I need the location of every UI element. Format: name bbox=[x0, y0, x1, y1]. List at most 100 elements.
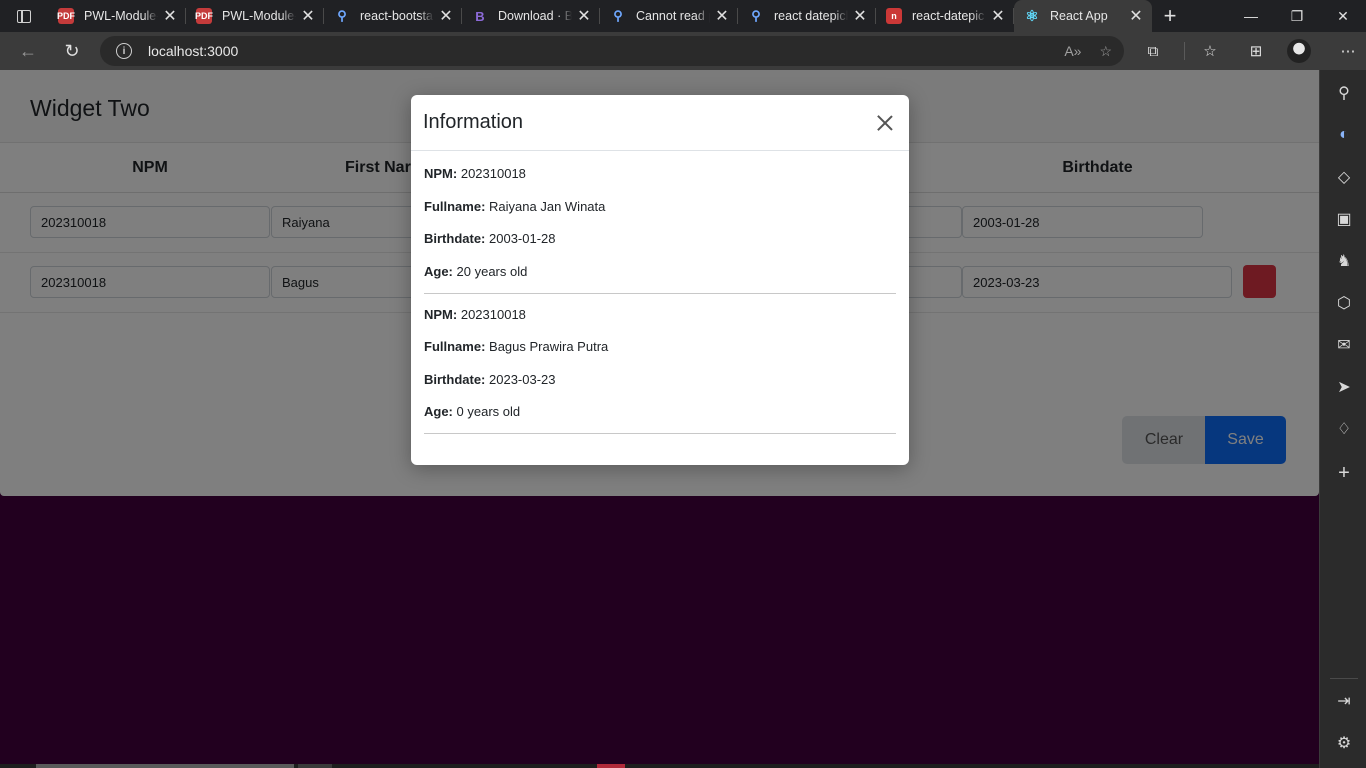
collections-icon[interactable]: ⊞ bbox=[1241, 32, 1271, 70]
microsoft-365-icon[interactable]: ⬡ bbox=[1334, 293, 1354, 313]
pdf-icon: PDF bbox=[195, 8, 213, 24]
favorites-icon[interactable]: ☆ bbox=[1195, 32, 1225, 70]
tab-title: PWL-Module- bbox=[222, 9, 296, 23]
tab-title: Download · B bbox=[498, 9, 572, 23]
tools-icon[interactable]: ▣ bbox=[1334, 209, 1354, 229]
close-tab-icon[interactable]: ✕ bbox=[576, 6, 592, 26]
hide-sidebar-icon[interactable]: ⇥ bbox=[1334, 691, 1354, 711]
npm-value: 202310018 bbox=[460, 306, 526, 322]
tab-actions-button[interactable] bbox=[0, 0, 48, 32]
close-icon[interactable] bbox=[875, 113, 895, 133]
close-tab-icon[interactable]: ✕ bbox=[162, 6, 178, 26]
react-icon: ⚛ bbox=[1025, 8, 1039, 25]
tab-title: react datepick bbox=[774, 9, 848, 23]
browser-tab[interactable]: PDF PWL-Module- ✕ bbox=[186, 0, 324, 32]
search-icon: ⚲ bbox=[613, 8, 623, 23]
close-tab-icon[interactable]: ✕ bbox=[1128, 6, 1144, 26]
fullname-value: Bagus Prawira Putra bbox=[489, 339, 609, 354]
npm-value: 202310018 bbox=[460, 166, 526, 181]
refresh-icon[interactable]: ↻ bbox=[52, 32, 92, 70]
age-label: Age: bbox=[424, 404, 453, 419]
info-icon[interactable]: i bbox=[116, 43, 132, 59]
tab-actions-icon bbox=[17, 9, 31, 23]
sidebar-divider bbox=[1330, 678, 1358, 679]
birthdate-line: Birthdate: 2023-03-23 bbox=[424, 371, 896, 406]
birthdate-label: Birthdate: bbox=[424, 371, 486, 387]
search-icon[interactable]: ⚲ bbox=[1334, 83, 1354, 103]
modal-body: NPM: 202310018 Fullname: Raiyana Jan Win… bbox=[411, 151, 909, 464]
fullname-label: Fullname: bbox=[424, 339, 486, 354]
toolbar-divider bbox=[1184, 42, 1185, 60]
age-label: Age: bbox=[424, 263, 453, 279]
browser-tab[interactable]: ⚲ react-bootsta ✕ bbox=[324, 0, 462, 32]
pdf-icon: PDF bbox=[57, 8, 75, 24]
info-entry: NPM: 202310018 Fullname: Raiyana Jan Win… bbox=[424, 167, 896, 294]
search-icon: ⚲ bbox=[751, 8, 761, 23]
extensions-icon[interactable]: ⧉ bbox=[1138, 32, 1168, 70]
browser-tab-active[interactable]: ⚛ React App ✕ bbox=[1014, 0, 1152, 32]
age-line: Age: 0 years old bbox=[424, 405, 896, 427]
minimize-icon[interactable]: — bbox=[1228, 0, 1274, 32]
browser-tab[interactable]: PDF PWL-Module- ✕ bbox=[48, 0, 186, 32]
fullname-line: Fullname: Bagus Prawira Putra bbox=[424, 340, 896, 373]
npm-icon: n bbox=[886, 8, 902, 24]
close-tab-icon[interactable]: ✕ bbox=[990, 6, 1006, 26]
tab-bar: PDF PWL-Module- ✕ PDF PWL-Module- ✕ ⚲ react-b… bbox=[0, 0, 1366, 32]
more-options-icon[interactable]: ⋯ bbox=[1333, 32, 1363, 70]
favorite-add-icon[interactable]: ☆ bbox=[1099, 43, 1112, 60]
browser-tab[interactable]: B Download · B ✕ bbox=[462, 0, 600, 32]
information-modal: Information NPM: 202310018 Fullname: Rai… bbox=[411, 95, 909, 465]
fullname-label: Fullname: bbox=[424, 198, 486, 214]
copilot-icon[interactable]: ◐ bbox=[1334, 125, 1354, 145]
close-tab-icon[interactable]: ✕ bbox=[714, 6, 730, 26]
add-icon[interactable]: + bbox=[1334, 462, 1354, 484]
close-tab-icon[interactable]: ✕ bbox=[300, 6, 316, 26]
close-window-icon[interactable]: ✕ bbox=[1320, 0, 1366, 32]
address-bar[interactable]: i localhost:3000 A» ☆ bbox=[100, 36, 1124, 66]
browser-tab[interactable]: ⚲ Cannot read p ✕ bbox=[600, 0, 738, 32]
new-tab-button[interactable]: + bbox=[1152, 0, 1188, 32]
tab-title: PWL-Module- bbox=[84, 9, 158, 23]
taskbar-item bbox=[597, 764, 625, 768]
modal-header: Information bbox=[411, 95, 909, 151]
notification-icon[interactable]: ♢ bbox=[1334, 419, 1354, 439]
search-icon: ⚲ bbox=[337, 8, 347, 23]
back-icon[interactable]: ← bbox=[8, 32, 48, 70]
browser-sidebar: ⚲ ◐ ◇ ▣ ♞ ⬡ ✉ ➤ ♢ + ⇥ ⚙ bbox=[1319, 70, 1366, 768]
outlook-icon[interactable]: ✉ bbox=[1334, 335, 1354, 355]
settings-icon[interactable]: ⚙ bbox=[1334, 733, 1354, 753]
restore-icon[interactable]: ❐ bbox=[1274, 0, 1320, 32]
npm-line: NPM: 202310018 bbox=[424, 167, 896, 200]
taskbar-item bbox=[298, 764, 332, 768]
npm-line: NPM: 202310018 bbox=[424, 306, 896, 341]
npm-label: NPM: bbox=[424, 166, 458, 181]
browser-tab[interactable]: n react-datepic ✕ bbox=[876, 0, 1014, 32]
close-tab-icon[interactable]: ✕ bbox=[852, 6, 868, 26]
fullname-value: Raiyana Jan Winata bbox=[489, 198, 606, 214]
read-aloud-icon[interactable]: A» bbox=[1064, 43, 1081, 59]
bootstrap-icon: B bbox=[475, 8, 485, 24]
shopping-tag-icon[interactable]: ◇ bbox=[1334, 167, 1354, 187]
profile-avatar[interactable] bbox=[1287, 39, 1311, 63]
birthdate-value: 2003-01-28 bbox=[489, 231, 556, 246]
age-value: 0 years old bbox=[456, 404, 521, 419]
taskbar-item bbox=[36, 764, 294, 768]
fullname-line: Fullname: Raiyana Jan Winata bbox=[424, 198, 896, 233]
tab-title: React App bbox=[1050, 9, 1108, 23]
url-text[interactable]: localhost:3000 bbox=[148, 43, 238, 59]
tab-title: Cannot read p bbox=[636, 9, 710, 23]
address-toolbar: ← ↻ i localhost:3000 A» ☆ ⧉ ☆ ⊞ ⋯ bbox=[0, 32, 1366, 70]
tab-title: react-bootsta bbox=[360, 9, 433, 23]
games-icon[interactable]: ♞ bbox=[1334, 251, 1354, 271]
birthdate-line: Birthdate: 2003-01-28 bbox=[424, 232, 896, 265]
age-line: Age: 20 years old bbox=[424, 263, 896, 287]
close-tab-icon[interactable]: ✕ bbox=[438, 6, 454, 26]
npm-label: NPM: bbox=[424, 306, 458, 322]
send-icon[interactable]: ➤ bbox=[1334, 377, 1354, 397]
window-controls: — ❐ ✕ bbox=[1228, 0, 1366, 32]
info-entry: NPM: 202310018 Fullname: Bagus Prawira P… bbox=[424, 306, 896, 434]
birthdate-value: 2023-03-23 bbox=[489, 371, 556, 387]
browser-tab[interactable]: ⚲ react datepick ✕ bbox=[738, 0, 876, 32]
age-value: 20 years old bbox=[456, 263, 528, 279]
modal-title: Information bbox=[423, 111, 524, 133]
